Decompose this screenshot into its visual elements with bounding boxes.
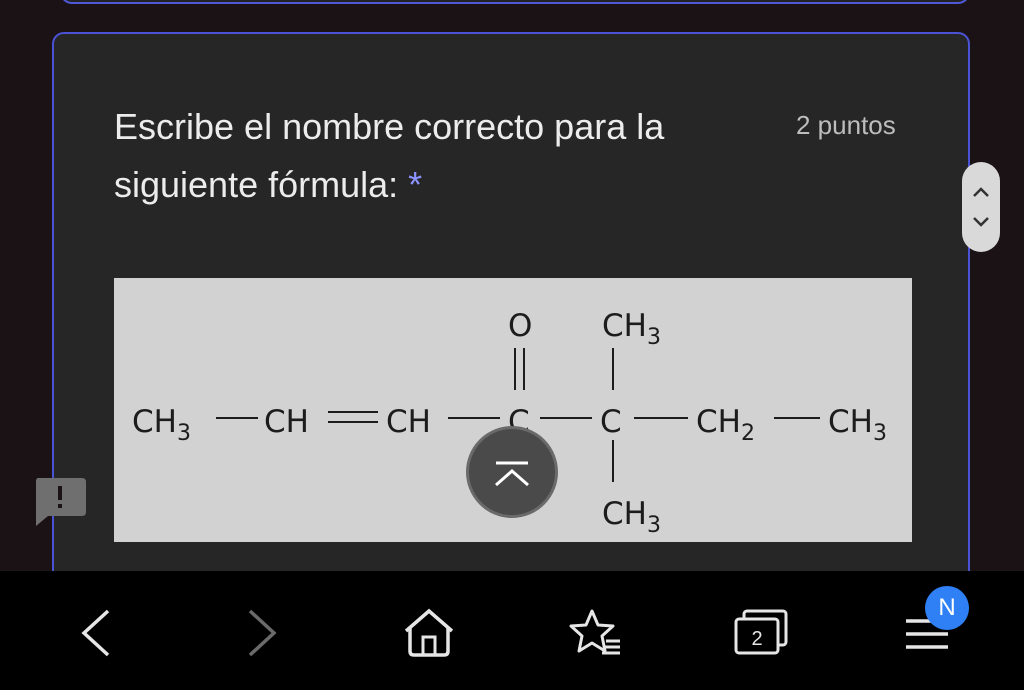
chevron-down-icon bbox=[973, 217, 989, 227]
forward-arrow-icon bbox=[248, 609, 277, 657]
bookmarks-button[interactable] bbox=[552, 571, 642, 690]
chain-group-2: CH bbox=[264, 404, 309, 440]
back-to-top-icon bbox=[495, 461, 529, 487]
home-icon bbox=[404, 608, 454, 657]
menu-notification-badge: N bbox=[925, 586, 969, 630]
menu-button[interactable] bbox=[884, 571, 974, 690]
scroll-handle[interactable] bbox=[962, 162, 1000, 252]
required-asterisk: * bbox=[408, 164, 423, 205]
chain-group-6: CH2 bbox=[696, 404, 755, 446]
back-button[interactable] bbox=[52, 571, 142, 690]
chain-group-3: CH bbox=[386, 404, 431, 440]
back-to-top-button[interactable] bbox=[466, 426, 558, 518]
chain-group-7: CH3 bbox=[828, 404, 887, 446]
methyl-bottom: CH3 bbox=[602, 496, 661, 538]
chevron-up-icon bbox=[973, 187, 989, 197]
feedback-button[interactable] bbox=[34, 476, 86, 528]
menu-icon bbox=[906, 619, 948, 649]
back-arrow-icon bbox=[81, 609, 110, 657]
oxygen-atom: O bbox=[508, 308, 532, 344]
tab-count: 2 bbox=[751, 628, 762, 650]
star-list-icon bbox=[569, 609, 620, 655]
feedback-icon bbox=[36, 478, 86, 526]
question-title: Escribe el nombre correcto para la sigui… bbox=[114, 98, 754, 214]
points-label: 2 puntos bbox=[796, 110, 896, 140]
browser-bottom-bar: 2 bbox=[0, 571, 1024, 690]
chain-group-1: CH3 bbox=[132, 404, 191, 446]
question-text: Escribe el nombre correcto para la sigui… bbox=[114, 106, 665, 205]
home-button[interactable] bbox=[384, 571, 474, 690]
quaternary-carbon: C bbox=[600, 404, 622, 440]
tabs-icon: 2 bbox=[734, 609, 788, 655]
previous-question-card bbox=[60, 0, 970, 4]
forward-button[interactable] bbox=[216, 571, 306, 690]
tabs-button[interactable]: 2 bbox=[716, 571, 806, 690]
methyl-top: CH3 bbox=[602, 308, 661, 350]
